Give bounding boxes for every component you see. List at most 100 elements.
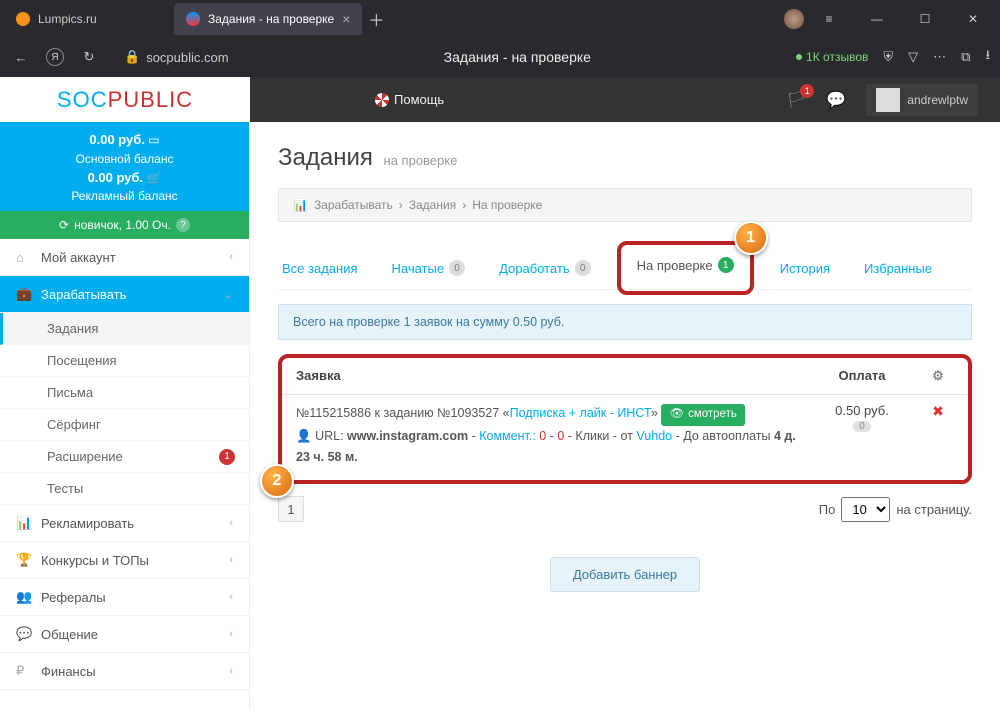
browser-tab-active[interactable]: Задания - на проверке × <box>174 3 362 35</box>
submenu-extension[interactable]: Расширение1 <box>0 441 249 473</box>
wallet-icon: ▭ <box>148 133 159 147</box>
profile-avatar-icon[interactable] <box>784 9 804 29</box>
chevron-left-icon: ‹ <box>229 251 233 263</box>
settings-icon[interactable]: ⚙ <box>922 368 954 384</box>
highlight-box-2: 2 Заявка Оплата ⚙ №115215886 к заданию №… <box>278 354 972 484</box>
menu-account[interactable]: ⌂ Мой аккаунт‹ <box>0 239 249 276</box>
logo[interactable]: SOCPUBLIC <box>0 77 250 122</box>
user-link[interactable]: Vuhdo <box>636 429 672 443</box>
submenu-tasks[interactable]: Задания <box>0 313 249 345</box>
submenu-letters[interactable]: Письма <box>0 377 249 409</box>
table-header: Заявка Оплата ⚙ <box>282 358 968 395</box>
crumb-root[interactable]: Зарабатывать <box>314 198 393 212</box>
lifebuoy-icon <box>375 93 389 107</box>
help-link[interactable]: Помощь <box>375 92 444 107</box>
crumb-mid[interactable]: Задания <box>409 198 456 212</box>
menu-contests[interactable]: 🏆Конкурсы и ТОПы‹ <box>0 542 249 579</box>
content-area: Задания на проверке 📊 Зарабатывать › Зад… <box>250 122 1000 710</box>
reviews-indicator[interactable]: 1К отзывов <box>796 50 868 64</box>
back-button[interactable]: ← <box>10 46 32 68</box>
ruble-icon: ₽ <box>16 663 31 679</box>
browser-tab-inactive[interactable]: Lumpics.ru <box>4 3 174 35</box>
lock-icon: 🔒 <box>124 49 140 65</box>
url-host: socpublic.com <box>146 50 228 65</box>
minimize-button[interactable]: — <box>854 4 900 34</box>
favicon <box>186 12 200 26</box>
site-header: SOCPUBLIC Помощь 🏳 1 💬 andrewlptw <box>0 77 1000 122</box>
chevron-down-icon: ⌄ <box>224 288 233 301</box>
trophy-icon: 🏆 <box>16 552 31 568</box>
users-icon: 👥 <box>16 589 31 605</box>
notification-badge: 1 <box>800 84 814 98</box>
close-window-button[interactable]: ✕ <box>950 4 996 34</box>
balance-box[interactable]: 0.00 руб. ▭ Основной баланс 0.00 руб. 🛒 … <box>0 122 249 211</box>
submenu-tests[interactable]: Тесты <box>0 473 249 505</box>
task-link[interactable]: Подписка + лайк - ИНСТ <box>510 406 651 420</box>
menu-referrals[interactable]: 👥Рефералы‹ <box>0 579 249 616</box>
maximize-button[interactable]: ☐ <box>902 4 948 34</box>
col-payment: Оплата <box>802 368 922 384</box>
reload-button[interactable]: ↻ <box>78 46 100 68</box>
downloads-icon[interactable]: ⭳ <box>985 46 990 68</box>
breadcrumb: 📊 Зарабатывать › Задания › На проверке <box>278 188 972 222</box>
notifications-icon[interactable]: 🏳 1 <box>786 90 806 110</box>
tab-title: Lumpics.ru <box>38 12 97 26</box>
tab-history[interactable]: История <box>776 247 834 289</box>
pagination: 1 По 10 на страницу. <box>278 496 972 522</box>
chart-icon: 📊 <box>16 515 31 531</box>
submenu-visits[interactable]: Посещения <box>0 345 249 377</box>
url-field[interactable]: 🔒 socpublic.com <box>114 49 239 65</box>
chat-icon[interactable]: 💬 <box>826 90 846 110</box>
menu-earn[interactable]: 💼 Зарабатывать⌄ <box>0 276 249 313</box>
browser-urlbar: ← Я ↻ 🔒 socpublic.com Задания - на прове… <box>0 37 1000 77</box>
page-title-display: Задания - на проверке <box>253 49 782 65</box>
tab-title: Задания - на проверке <box>208 12 334 26</box>
briefcase-icon: 💼 <box>16 286 31 302</box>
comments-icon: 💬 <box>16 626 31 642</box>
site-body: SOCPUBLIC Помощь 🏳 1 💬 andrewlptw 0.00 р… <box>0 77 1000 710</box>
refresh-icon: ⟳ <box>59 218 69 232</box>
callout-2: 2 <box>260 464 294 498</box>
home-icon: ⌂ <box>16 250 31 265</box>
delete-button[interactable]: ✖ <box>932 403 944 419</box>
table-row: №115215886 к заданию №1093527 «Подписка … <box>282 395 968 480</box>
extensions-icon[interactable]: ⧉ <box>961 49 970 65</box>
tab-started[interactable]: Начатые0 <box>388 247 470 289</box>
content-tabs: Все задания Начатые0 Доработать0 На пров… <box>278 247 972 290</box>
close-tab-icon[interactable]: × <box>342 11 350 27</box>
bookmark-icon[interactable]: ▽ <box>908 49 918 65</box>
user-menu[interactable]: andrewlptw <box>866 84 978 116</box>
shield-icon[interactable]: ⛨ <box>883 49 893 65</box>
callout-1: 1 <box>734 221 768 255</box>
tab-favorites[interactable]: Избранные <box>860 247 936 289</box>
new-tab-button[interactable]: ＋ <box>362 5 390 33</box>
menu-chat[interactable]: 💬Общение‹ <box>0 616 249 653</box>
username: andrewlptw <box>907 93 968 107</box>
more-icon[interactable]: ⋯ <box>933 49 946 65</box>
page-number[interactable]: 1 <box>278 496 304 522</box>
tab-review[interactable]: На проверке1 <box>633 249 738 281</box>
per-page-select[interactable]: 10 <box>841 497 890 522</box>
cart-icon: 🛒 <box>146 171 161 185</box>
view-button[interactable]: 👁смотреть <box>661 404 744 426</box>
tab-rework[interactable]: Доработать0 <box>495 247 595 289</box>
browser-titlebar: Lumpics.ru Задания - на проверке × ＋ ≡ —… <box>0 0 1000 37</box>
rank-box[interactable]: ⟳ новичок, 1.00 Оч. ? <box>0 211 249 239</box>
tab-all[interactable]: Все задания <box>278 247 362 289</box>
badge: 1 <box>219 449 235 465</box>
comments-link[interactable]: Коммент.: <box>479 429 536 443</box>
add-banner-button[interactable]: Добавить баннер <box>550 557 700 592</box>
chart-icon: 📊 <box>293 198 308 212</box>
col-request: Заявка <box>296 368 802 384</box>
yandex-icon[interactable]: Я <box>46 48 64 66</box>
favicon <box>16 12 30 26</box>
menu-finance[interactable]: ₽Финансы‹ <box>0 653 249 690</box>
menu-advertise[interactable]: 📊Рекламировать‹ <box>0 505 249 542</box>
crumb-current: На проверке <box>472 198 542 212</box>
menu-icon[interactable]: ≡ <box>806 4 852 34</box>
help-icon[interactable]: ? <box>176 218 190 232</box>
avatar <box>876 88 900 112</box>
submenu-surfing[interactable]: Сёрфинг <box>0 409 249 441</box>
payment-badge: 0 <box>853 421 871 432</box>
user-icon: 👤 <box>296 429 312 443</box>
